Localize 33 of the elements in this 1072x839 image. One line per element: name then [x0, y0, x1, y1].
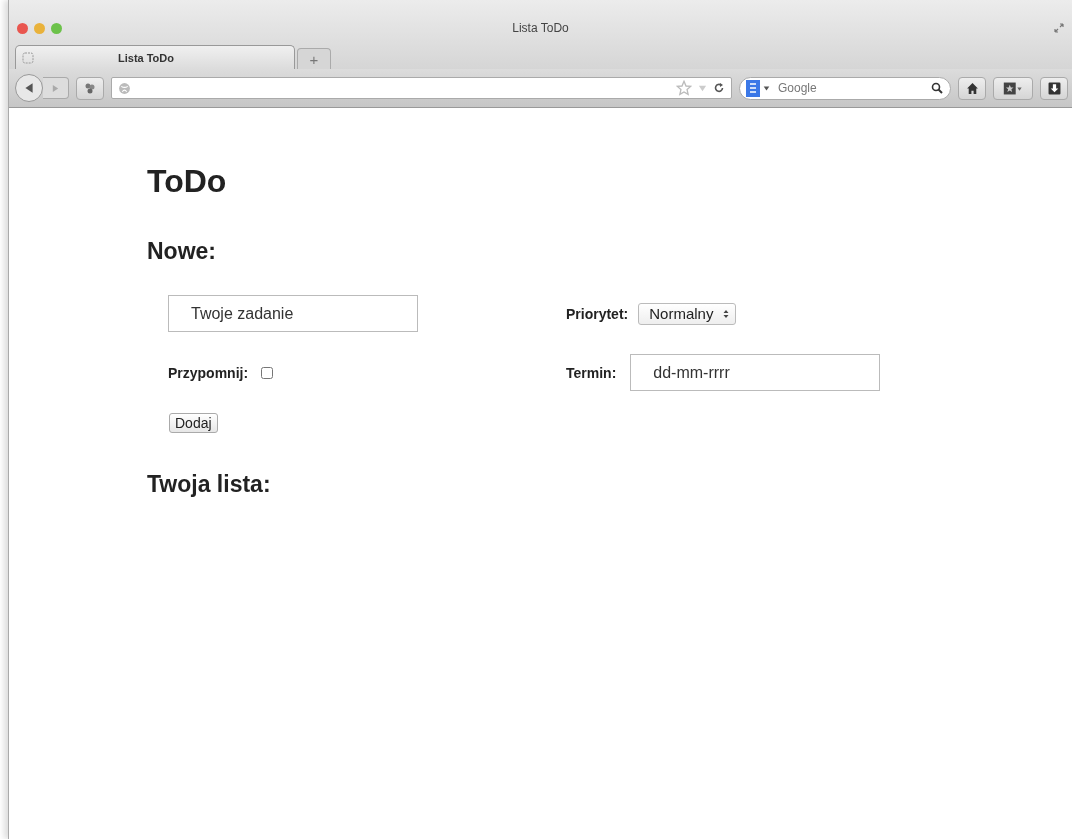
deadline-input-field[interactable]: dd-mm-rrrr: [630, 354, 881, 391]
section-heading: Twoja lista:: [147, 471, 272, 498]
priority-label: Priorytet:: [566, 305, 629, 322]
window-title: Lista ToDo: [512, 21, 569, 35]
back-button[interactable]: [15, 74, 43, 102]
add-button[interactable]: Dodaj: [169, 413, 218, 433]
download-icon: [1047, 81, 1061, 95]
priority-select[interactable]: Normalny: [638, 302, 737, 325]
select-arrows-icon: [723, 308, 730, 319]
deadline-label: Termin:: [566, 364, 617, 381]
circles-icon: [84, 82, 96, 94]
remind-label: Przypomnij:: [168, 364, 249, 381]
star-icon[interactable]: [676, 80, 692, 96]
bookmark-star-icon: [1003, 81, 1023, 95]
task-input-field[interactable]: Twoje zadanie: [168, 295, 418, 332]
page-title: ToDo: [147, 163, 228, 200]
browser-tab[interactable]: Lista ToDo: [15, 45, 295, 69]
fullscreen-icon[interactable]: [1054, 23, 1064, 33]
search-field[interactable]: Google: [739, 76, 951, 100]
close-button[interactable]: [17, 22, 28, 34]
forward-arrow-icon: [51, 83, 60, 93]
home-icon: [965, 81, 979, 95]
section-heading: Nowe:: [147, 238, 217, 265]
home-button[interactable]: [958, 76, 986, 100]
page-icon: [22, 51, 34, 64]
back-arrow-icon: [23, 82, 35, 94]
dropdown-icon[interactable]: [763, 84, 770, 92]
share-button[interactable]: [76, 76, 104, 100]
bookmarks-button[interactable]: [993, 76, 1033, 100]
download-button[interactable]: [1040, 76, 1068, 100]
search-icon[interactable]: [931, 81, 943, 94]
reload-icon[interactable]: [713, 82, 725, 94]
remind-checkbox[interactable]: [261, 366, 274, 379]
